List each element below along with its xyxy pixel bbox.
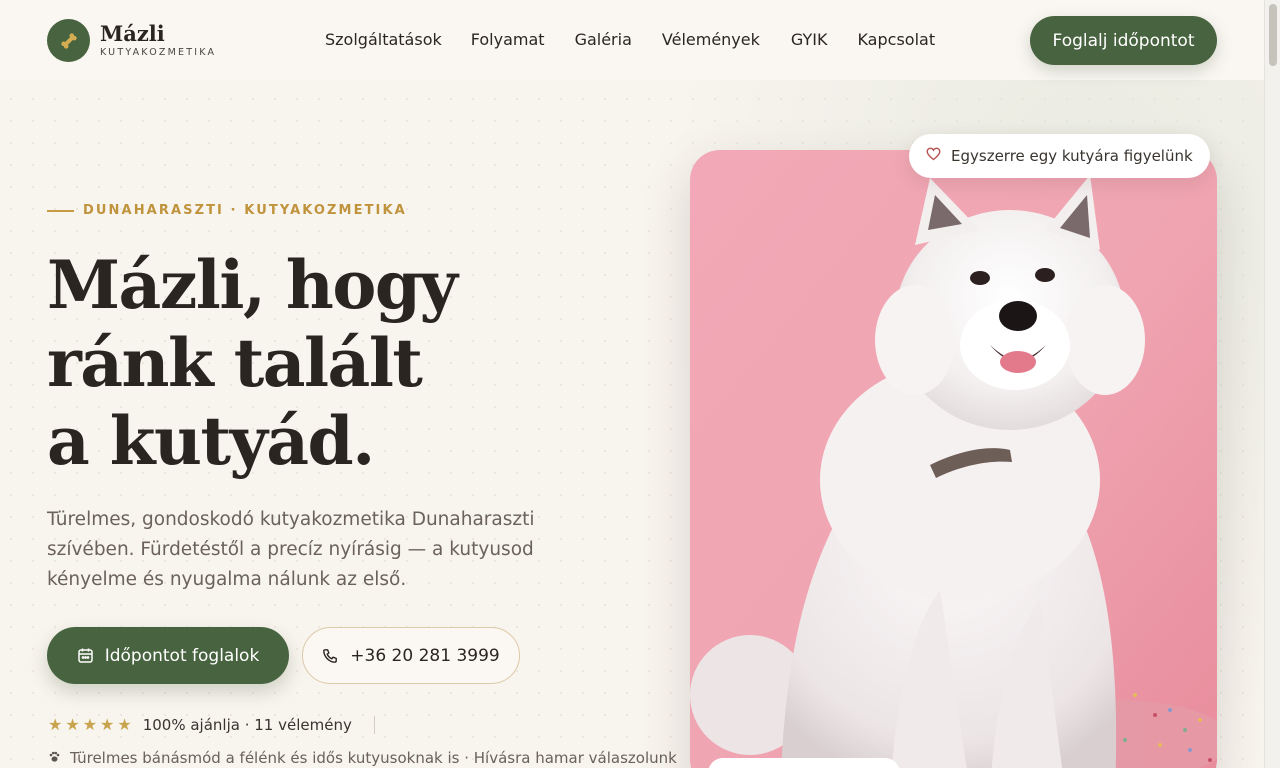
headline-line-3: a kutyád. [47,402,375,480]
phone-number: +36 20 281 3999 [350,645,500,666]
hero-lead: Türelmes, gondoskodó kutyakozmetika Duna… [47,509,535,590]
book-appointment-hero-button[interactable]: Időpontot foglalok [47,627,289,684]
photo-badge: Egyszerre egy kutyára figyelünk [909,134,1210,178]
brand-name: Mázli [100,21,165,46]
rating-summary: ★★★★★ 100% ajánlja · 11 vélemény [48,715,375,734]
book-appointment-label: Időpontot foglalok [104,645,260,666]
phone-call-button[interactable]: +36 20 281 3999 [302,627,520,684]
nav-item-velemenyek[interactable]: Vélemények [662,30,760,50]
rating-divider [373,715,375,734]
headline-line-2: ránk talált [47,324,423,402]
page-scrollbar[interactable] [1264,0,1280,768]
site-header: Mázli KUTYAKOZMETIKA Szolgáltatások Foly… [0,0,1264,80]
eyebrow-text: DUNAHARASZTI · KUTYAKOZMETIKA [83,203,407,218]
phone-icon [323,648,338,663]
star-icon: ★★★★★ [48,715,135,734]
rating-text: 100% ajánlja · 11 vélemény [142,715,352,734]
scrollbar-thumb[interactable] [1269,4,1277,66]
nav-item-gyik[interactable]: GYIK [791,30,828,50]
nav-item-szolgaltatasok[interactable]: Szolgáltatások [325,30,442,50]
calendar-icon [77,648,93,663]
main-nav: Szolgáltatások Folyamat Galéria Vélemény… [325,30,965,50]
eyebrow-divider [47,209,74,212]
hero-eyebrow: DUNAHARASZTI · KUTYAKOZMETIKA [47,203,407,218]
nav-item-kapcsolat[interactable]: Kapcsolat [857,30,935,50]
book-appointment-button[interactable]: Foglalj időpontot [1030,16,1217,65]
logo[interactable]: Mázli KUTYAKOZMETIKA [47,19,216,62]
feature-line: Türelmes bánásmód a félénk és idős kutyu… [48,749,677,767]
headline-line-1: Mázli, hogy [47,246,458,324]
photo-badge-text: Egyszerre egy kutyára figyelünk [951,147,1193,165]
feature-text: Türelmes bánásmód a félénk és idős kutyu… [70,749,677,767]
hero-dog-photo [690,150,1217,768]
brand-subtitle: KUTYAKOZMETIKA [100,47,217,58]
hero-headline: Mázli, hogy ránk talált a kutyád. [47,246,607,480]
heart-icon [926,147,941,165]
bone-icon [47,19,90,62]
paw-icon [48,750,61,767]
photo-bottom-badge [708,758,900,768]
nav-item-folyamat[interactable]: Folyamat [471,30,545,50]
nav-item-galeria[interactable]: Galéria [575,30,632,50]
